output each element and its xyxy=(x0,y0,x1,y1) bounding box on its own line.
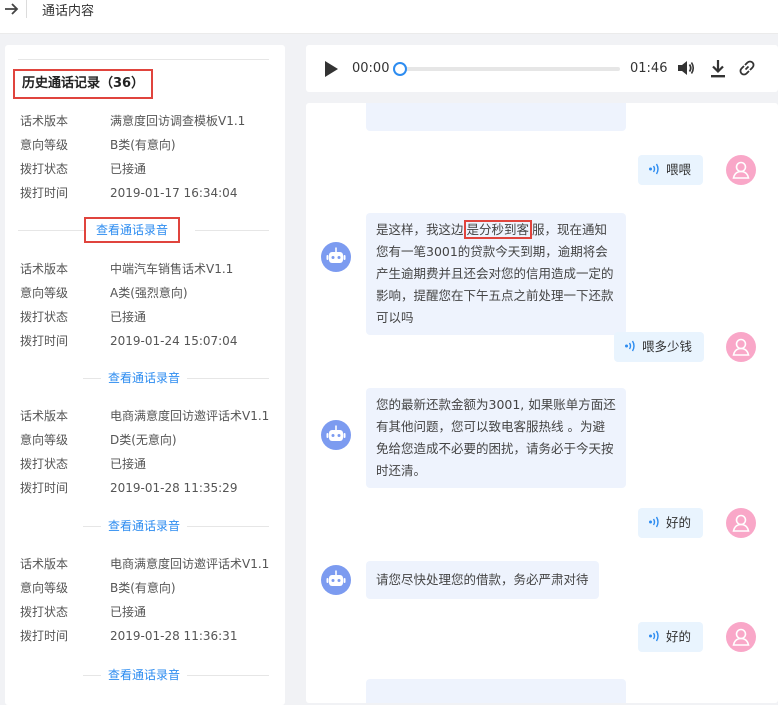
record-version: 电商满意度回访邀评话术V1.1 xyxy=(110,409,270,423)
chat-text: 喂喂 xyxy=(666,162,692,177)
field-label: 拨打时间 xyxy=(20,481,69,495)
voice-wave-icon xyxy=(649,163,659,175)
record-version: 中端汽车销售话术V1.1 xyxy=(110,262,234,276)
chat-text: 是这样，我这边 xyxy=(376,222,464,237)
user-avatar xyxy=(726,622,756,652)
user-avatar xyxy=(726,332,756,362)
voice-wave-icon xyxy=(649,516,659,528)
field-label: 意向等级 xyxy=(20,433,69,447)
field-label: 意向等级 xyxy=(20,581,69,595)
history-title: 历史通话记录（36） xyxy=(13,69,154,99)
record-intent: B类(有意向) xyxy=(110,138,176,152)
field-label: 拨打状态 xyxy=(20,310,69,324)
field-label: 拨打时间 xyxy=(20,186,69,200)
bot-avatar xyxy=(321,420,351,450)
robot-icon xyxy=(326,425,346,441)
field-label: 意向等级 xyxy=(20,286,69,300)
user-icon xyxy=(732,628,750,646)
divider xyxy=(187,675,269,676)
field-label: 拨打时间 xyxy=(20,629,69,643)
view-recording-link[interactable]: 查看通话录音 xyxy=(108,664,180,686)
chat-text: 好的 xyxy=(666,629,692,644)
top-bar: 通话内容 xyxy=(0,0,778,34)
record-intent: D类(无意向) xyxy=(110,433,177,447)
page-title: 通话内容 xyxy=(42,4,95,19)
highlighted-text: 是分秒到客 xyxy=(463,220,533,239)
current-time: 00:00 xyxy=(352,61,390,76)
progress-knob[interactable] xyxy=(393,62,407,76)
field-label: 意向等级 xyxy=(20,138,69,152)
user-avatar xyxy=(726,508,756,538)
volume-icon[interactable] xyxy=(676,58,696,78)
chat-bubble-user[interactable]: 好的 xyxy=(638,622,704,652)
field-label: 拨打状态 xyxy=(20,457,69,471)
link-icon[interactable] xyxy=(736,57,758,79)
bot-avatar xyxy=(321,242,351,272)
record-intent: B类(有意向) xyxy=(110,581,176,595)
divider xyxy=(18,230,84,231)
chat-text: 好的 xyxy=(666,515,692,530)
field-label: 拨打时间 xyxy=(20,334,69,348)
download-icon[interactable] xyxy=(708,58,728,80)
header-divider xyxy=(26,0,27,18)
record-version: 满意度回访调查模板V1.1 xyxy=(110,114,246,128)
chat-bubble-bot: 您的最新还款金额为3001, 如果账单方面还有其他问题，您可以致电客服热线 。为… xyxy=(366,388,626,488)
arrow-right-icon[interactable] xyxy=(2,0,22,18)
play-icon[interactable] xyxy=(323,60,339,78)
record-time: 2019-01-17 16:34:04 xyxy=(110,186,238,200)
view-recording-link[interactable]: 查看通话录音 xyxy=(108,367,180,389)
divider xyxy=(195,230,269,231)
chat-bubble-bot: 请您尽快处理您的借款，务必严肃对待 xyxy=(366,561,599,599)
divider xyxy=(83,526,101,527)
chat-bubble-user[interactable]: 喂多少钱 xyxy=(614,332,705,362)
user-avatar xyxy=(726,155,756,185)
divider xyxy=(18,59,269,60)
divider xyxy=(83,675,101,676)
history-panel: 历史通话记录（36） 话术版本 满意度回访调查模板V1.1 意向等级 B类(有意向)… xyxy=(5,45,285,705)
chat-text: 您的最新还款金额为3001, 如果账单方面还有其他问题，您可以致电客服热线 。为… xyxy=(376,397,616,478)
record-time: 2019-01-24 15:07:04 xyxy=(110,334,238,348)
robot-icon xyxy=(326,247,346,263)
view-recording-link[interactable]: 查看通话录音 xyxy=(108,515,180,537)
record-status: 已接通 xyxy=(110,605,147,619)
view-recording-link[interactable]: 查看通话录音 xyxy=(84,217,181,243)
total-time: 01:46 xyxy=(630,61,668,76)
field-label: 话术版本 xyxy=(20,409,69,423)
robot-icon xyxy=(326,570,346,586)
record-status: 已接通 xyxy=(110,457,147,471)
audio-player: 00:00 01:46 xyxy=(306,45,778,92)
chat-bubble-bot: 是这样，我这边 是分秒到客 服，现在通知您有一笔3001的贷款今天到期，逾期将会产生… xyxy=(366,213,626,335)
chat-bubble-bot xyxy=(366,679,626,703)
record-version: 电商满意度回访邀评话术V1.1 xyxy=(110,557,270,571)
record-time: 2019-01-28 11:36:31 xyxy=(110,629,238,643)
chat-text: 请您尽快处理您的借款，务必严肃对待 xyxy=(376,572,589,587)
chat-bubble-user[interactable]: 喂喂 xyxy=(638,155,704,185)
field-label: 拨打状态 xyxy=(20,605,69,619)
record-time: 2019-01-28 11:35:29 xyxy=(110,481,238,495)
voice-wave-icon xyxy=(649,630,659,642)
progress-track[interactable] xyxy=(398,67,620,71)
record-status: 已接通 xyxy=(110,162,147,176)
record-intent: A类(强烈意向) xyxy=(110,286,188,300)
chat-transcript: 喂喂 是这样，我这边 是分秒到客 服，现在通知您有一笔3001的贷款今天到期，逾期将… xyxy=(306,103,778,703)
divider xyxy=(187,378,269,379)
user-icon xyxy=(732,338,750,356)
field-label: 话术版本 xyxy=(20,557,69,571)
record-status: 已接通 xyxy=(110,310,147,324)
user-icon xyxy=(732,514,750,532)
field-label: 拨打状态 xyxy=(20,162,69,176)
field-label: 话术版本 xyxy=(20,114,69,128)
divider xyxy=(83,378,101,379)
chat-bubble-bot xyxy=(366,103,626,131)
field-label: 话术版本 xyxy=(20,262,69,276)
chat-text: 喂多少钱 xyxy=(642,339,693,354)
voice-wave-icon xyxy=(625,340,635,352)
bot-avatar xyxy=(321,565,351,595)
chat-bubble-user[interactable]: 好的 xyxy=(638,508,704,538)
user-icon xyxy=(732,161,750,179)
divider xyxy=(187,526,269,527)
